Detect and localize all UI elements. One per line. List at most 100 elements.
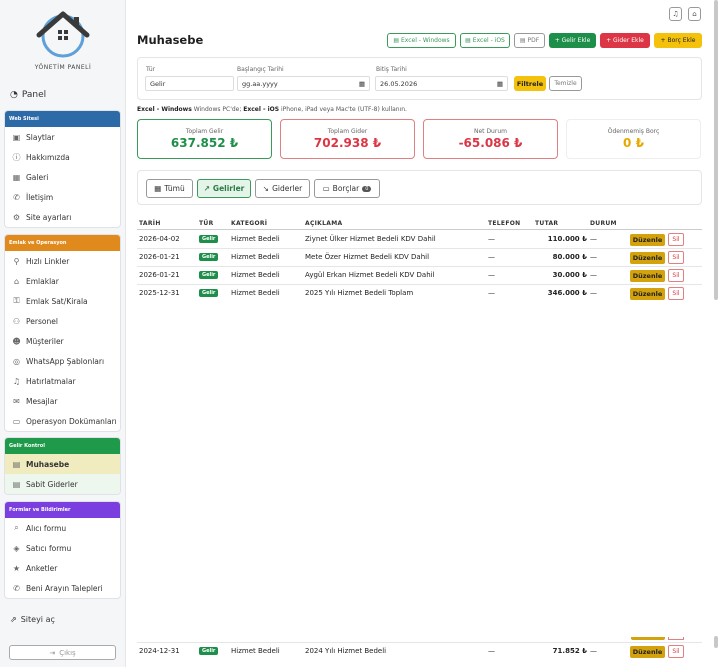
sidebar-item-gallery[interactable]: ▦ Galeri [5,167,120,187]
sidebar-item-call-requests[interactable]: ✆ Beni Arayın Talepleri [5,578,120,598]
sidebar-item-customers[interactable]: ☻ Müşteriler [5,331,120,351]
tab-all[interactable]: ▦ Tümü [146,179,193,198]
end-date-input[interactable]: 26.05.2026 ▦ [375,76,508,91]
stat-value: 637.852 ₺ [170,136,239,150]
sidebar-item-documents[interactable]: ▭ Operasyon Dokümanları [5,411,120,431]
clear-button[interactable]: Temizle [549,76,582,91]
sidebar-item-properties[interactable]: ⌂ Emlaklar [5,271,120,291]
type-badge: Gelir [199,647,219,655]
edit-button-fragment [631,637,665,640]
info-icon: ⓘ [12,152,21,162]
sidebar-item-seller-form[interactable]: ◈ Satıcı formu [5,538,120,558]
delete-button[interactable]: Sil [668,269,684,282]
sidebar-item-sell-rent[interactable]: ⚿ Emlak Sat/Kirala [5,291,120,311]
scrollbar-thumb-lower[interactable] [714,636,718,648]
cell-amount: 346.000 ₺ [547,289,587,297]
cell-status: — [590,253,597,261]
sidebar-item-label: Beni Arayın Talepleri [26,583,103,593]
table-row: 2026-01-21 Gelir Hizmet Bedeli Aygül Erk… [137,267,702,285]
delete-button[interactable]: Sil [668,251,684,264]
edit-button[interactable]: Düzenle [630,234,665,246]
sidebar-item-contact[interactable]: ✆ İletişim [5,187,120,207]
folder-icon: ▭ [12,416,21,426]
sidebar-item-accounting[interactable]: ▤ Muhasebe [5,454,120,474]
cell-category: Hizmet Bedeli [231,647,280,655]
sidebar-item-label: Hatırlatmalar [26,376,76,386]
start-date-input[interactable]: gg.aa.yyyy ▦ [237,76,370,91]
sidebar-item-panel[interactable]: ◔ Panel [10,90,46,100]
logout-button[interactable]: ⇥ Çıkış [9,645,116,660]
sidebar-item-buyer-form[interactable]: ⌕ Alıcı formu [5,518,120,538]
note-part: Windows PC'de; [191,106,244,113]
key-icon: ⚿ [13,296,20,305]
sidebar-item-label: Emlaklar [26,276,59,286]
type-badge: Gelir [199,271,219,279]
filter-button[interactable]: Filtrele [514,76,546,91]
start-date-label: Başlangıç Tarihi [237,66,284,73]
excel-ios-button[interactable]: ▤ Excel - iOS [460,33,510,48]
stat-label: Ödenmemiş Borç [607,128,660,135]
table-row: 2026-04-02 Gelir Hizmet Bedeli Ziynet Ül… [137,231,702,249]
sidebar-item-site-settings[interactable]: ⚙ Site ayarları [5,207,120,227]
sidebar-group-operations: Emlak ve Operasyon ⚲ Hızlı Linkler ⌂ Emlak… [4,234,121,432]
tab-debts[interactable]: ▭ Borçlar 0 [314,179,380,198]
type-badge: Gelir [199,235,219,243]
star-icon: ★ [12,563,21,573]
notifications-button[interactable]: ♫ [669,7,682,21]
type-label: Tür [146,66,156,73]
sidebar-item-staff[interactable]: ⚇ Personel [5,311,120,331]
cell-amount: 71.852 ₺ [552,647,587,655]
sidebar-item-label: WhatsApp Şablonları [26,356,105,366]
tab-expense[interactable]: ↘ Giderler [255,179,310,198]
edit-button[interactable]: Düzenle [630,288,665,300]
edit-button[interactable]: Düzenle [630,252,665,264]
home-button[interactable]: ⌂ [688,7,701,21]
sidebar-item-label: Personel [26,316,58,326]
group-title: Web Sitesi [5,111,120,127]
sidebar-item-whatsapp[interactable]: ◎ WhatsApp Şablonları [5,351,120,371]
add-debt-button[interactable]: + Borç Ekle [654,33,702,48]
cell-category: Hizmet Bedeli [231,235,280,243]
sidebar-item-label: Panel [21,90,47,100]
file-icon: ▤ [393,37,399,44]
external-link-icon: ⇗ [10,615,17,624]
phone-icon: ✆ [13,583,20,593]
edit-button[interactable]: Düzenle [630,646,665,658]
cell-date: 2025-12-31 [139,289,180,297]
delete-button[interactable]: Sil [668,645,684,658]
tab-label: Gelirler [212,184,245,193]
cell-status: — [590,647,597,655]
chart-down-icon: ↘ [262,184,270,193]
logo[interactable]: YÖNETİM PANELİ [0,8,126,71]
image-icon: ▣ [12,132,21,142]
export-note: Excel - Windows Windows PC'de; Excel - i… [137,106,407,113]
delete-button[interactable]: Sil [668,287,684,300]
scrollbar-thumb[interactable] [714,0,718,300]
sidebar-item-fixed-expenses[interactable]: ▤ Sabit Giderler [5,474,120,494]
ledger-icon: ▤ [12,459,21,469]
sidebar-item-label: Müşteriler [26,336,64,346]
sidebar-item-slides[interactable]: ▣ Slaytlar [5,127,120,147]
cell-phone: — [488,647,495,655]
sidebar-item-about[interactable]: ⓘ Hakkımızda [5,147,120,167]
sidebar-item-label: Operasyon Dokümanları [26,416,117,426]
pdf-button[interactable]: ▤ PDF [514,33,545,48]
sidebar-item-surveys[interactable]: ★ Anketler [5,558,120,578]
delete-button[interactable]: Sil [668,233,684,246]
type-select[interactable]: Gelir [145,76,234,91]
sidebar-item-quick-links[interactable]: ⚲ Hızlı Linkler [5,251,120,271]
edit-button[interactable]: Düzenle [630,270,665,282]
excel-windows-button[interactable]: ▤ Excel - Windows [387,33,456,48]
add-income-button[interactable]: + Gelir Ekle [549,33,596,48]
grid-icon: ▦ [154,184,162,193]
sidebar-item-label: Alıcı formu [26,523,67,533]
add-expense-button[interactable]: + Gider Ekle [600,33,650,48]
type-badge: Gelir [199,253,219,261]
open-site-link[interactable]: ⇗ Siteyi aç [10,615,55,624]
col-status: DURUM [590,220,617,227]
sidebar-item-label: Emlak Sat/Kirala [26,296,88,306]
gear-icon: ⚙ [12,212,21,222]
sidebar-item-reminders[interactable]: ♫ Hatırlatmalar [5,371,120,391]
tab-income[interactable]: ↗ Gelirler [197,179,251,198]
sidebar-item-messages[interactable]: ✉ Mesajlar [5,391,120,411]
